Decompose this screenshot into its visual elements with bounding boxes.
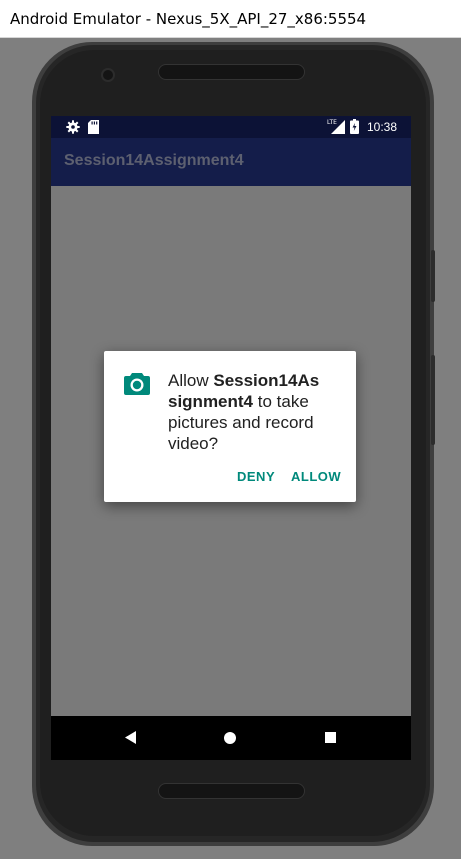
- volume-rocker[interactable]: [431, 355, 435, 445]
- status-time: 10:38: [366, 120, 397, 134]
- navigation-bar: [51, 716, 411, 760]
- recents-icon[interactable]: [325, 732, 336, 743]
- camera-icon: [124, 371, 150, 400]
- status-bar: LTE 10:38: [51, 116, 411, 138]
- deny-button[interactable]: DENY: [237, 469, 275, 484]
- sd-card-icon: [88, 120, 99, 139]
- svg-text:LTE: LTE: [327, 119, 337, 126]
- front-camera: [101, 68, 115, 82]
- emulator-title-bar: Android Emulator - Nexus_5X_API_27_x86:5…: [0, 0, 461, 38]
- gear-icon: [66, 120, 80, 139]
- battery-icon: [350, 119, 359, 139]
- window-title: Android Emulator - Nexus_5X_API_27_x86:5…: [10, 10, 367, 28]
- top-speaker-grille: [158, 64, 305, 80]
- app-title: Session14Assignment4: [64, 152, 244, 169]
- app-toolbar: Session14Assignment4: [51, 138, 411, 186]
- back-icon[interactable]: [125, 731, 136, 749]
- lte-signal-icon: LTE: [327, 118, 345, 139]
- bottom-speaker-grille: [158, 783, 305, 799]
- allow-button[interactable]: ALLOW: [291, 469, 341, 484]
- power-button[interactable]: [431, 250, 435, 302]
- home-icon[interactable]: [224, 732, 236, 744]
- permission-message: Allow Session14As signment4 to take pictu…: [168, 371, 320, 453]
- permission-dialog: Allow Session14As signment4 to take pictu…: [104, 351, 356, 502]
